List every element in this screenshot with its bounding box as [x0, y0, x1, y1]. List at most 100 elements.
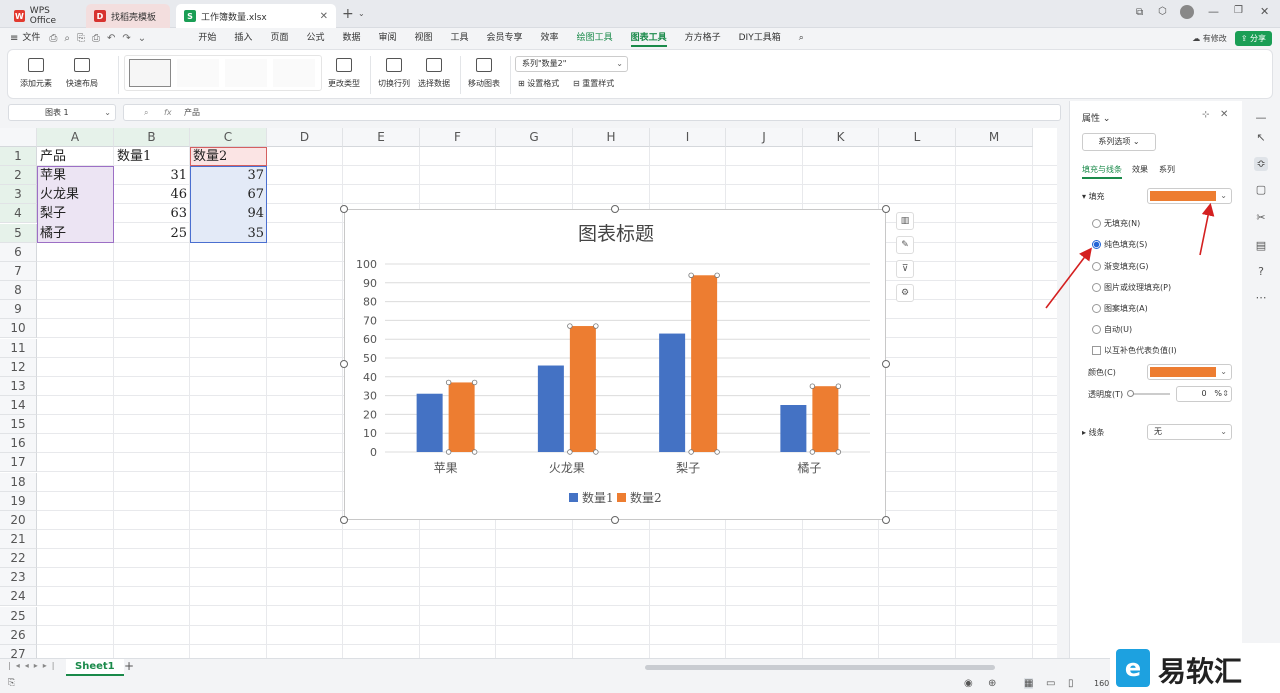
zoom-level[interactable]: 160 [1094, 679, 1109, 688]
menu-review[interactable]: 审阅 [369, 28, 405, 48]
tab-wps-office[interactable]: W WPS Office [6, 4, 82, 28]
row-header-15[interactable]: 15 [0, 415, 37, 435]
cell-B3[interactable]: 46 [114, 185, 190, 204]
cell-C4[interactable]: 94 [190, 204, 267, 223]
more-icon[interactable]: ⋯ [1254, 291, 1268, 305]
select-all-corner[interactable] [0, 128, 37, 147]
column-header-H[interactable]: H [573, 128, 650, 147]
series-options-dropdown[interactable]: 系列选项 ⌄ [1082, 133, 1156, 151]
cell-A4[interactable]: 梨子 [37, 204, 114, 223]
menu-insert[interactable]: 插入 [225, 28, 261, 48]
row-header-22[interactable]: 22 [0, 549, 37, 569]
menu-file[interactable]: 文件 [18, 28, 49, 48]
menu-data[interactable]: 数据 [333, 28, 369, 48]
close-panel-icon[interactable]: ✕ [1220, 109, 1228, 120]
row-header-3[interactable]: 3 [0, 185, 37, 205]
tab-fill-line[interactable]: 填充与线条 [1082, 164, 1122, 179]
row-header-18[interactable]: 18 [0, 472, 37, 492]
column-header-F[interactable]: F [420, 128, 496, 147]
pin-icon[interactable]: ⊹ [1202, 110, 1210, 120]
name-box[interactable]: 图表 1 ⌄ [8, 104, 116, 121]
row-header-8[interactable]: 8 [0, 281, 37, 301]
row-header-14[interactable]: 14 [0, 395, 37, 415]
new-tab-icon[interactable]: + [342, 6, 354, 22]
line-dropdown[interactable]: 无 ⌄ [1147, 424, 1232, 440]
resize-handle[interactable] [340, 516, 348, 524]
column-header-E[interactable]: E [343, 128, 420, 147]
tab-effects[interactable]: 效果 [1132, 164, 1148, 175]
share-button[interactable]: ⇪ 分享 [1234, 30, 1272, 46]
transparency-slider[interactable] [1127, 390, 1170, 397]
row-header-17[interactable]: 17 [0, 453, 37, 473]
cell-B5[interactable]: 25 [114, 224, 190, 243]
column-header-K[interactable]: K [803, 128, 879, 147]
menu-drawing-tools[interactable]: 绘图工具 [568, 28, 622, 48]
column-header-B[interactable]: B [114, 128, 190, 147]
cell-C2[interactable]: 37 [190, 166, 267, 185]
cell-C5[interactable]: 35 [190, 224, 267, 243]
select-data-button[interactable]: 选择数据 [418, 58, 450, 89]
column-header-C[interactable]: C [190, 128, 267, 147]
tab-workbook[interactable]: S 工作簿数量.xlsx ✕ [176, 4, 336, 28]
column-header-M[interactable]: M [956, 128, 1033, 147]
change-type-button[interactable]: 更改类型 [328, 58, 360, 89]
slider-handle[interactable] [1127, 390, 1134, 397]
row-header-1[interactable]: 1 [0, 147, 37, 166]
invert-negative-checkbox[interactable]: 以互补色代表负值(I) [1092, 345, 1177, 356]
row-header-13[interactable]: 13 [0, 376, 37, 396]
spinner-icon[interactable]: ⇕ [1222, 387, 1229, 401]
tab-docer[interactable]: D 找稻壳模板 [86, 4, 170, 28]
resize-handle[interactable] [611, 205, 619, 213]
row-header-11[interactable]: 11 [0, 338, 37, 358]
menu-diy-toolbox[interactable]: DIY工具箱 [730, 28, 790, 48]
sheet-tab-sheet1[interactable]: Sheet1 [66, 659, 124, 676]
column-header-L[interactable]: L [879, 128, 956, 147]
cube-icon[interactable]: ⬡ [1158, 6, 1167, 17]
reset-style-button[interactable]: ⊟ 重置样式 [573, 78, 614, 89]
edit-status[interactable]: ☁ 有修改 [1192, 33, 1227, 44]
line-section-header[interactable]: ▸ 线条 [1082, 427, 1105, 438]
row-header-26[interactable]: 26 [0, 625, 37, 645]
row-header-21[interactable]: 21 [0, 530, 37, 549]
row-header-7[interactable]: 7 [0, 261, 37, 281]
row-header-20[interactable]: 20 [0, 510, 37, 530]
cell-A2[interactable]: 苹果 [37, 166, 114, 185]
help-icon[interactable]: ? [1254, 265, 1268, 279]
row-header-27[interactable]: 27 [0, 644, 37, 658]
cell-B1[interactable]: 数量1 [114, 147, 190, 166]
menu-tools[interactable]: 工具 [442, 28, 478, 48]
cell-A1[interactable]: 产品 [37, 147, 114, 166]
resize-handle[interactable] [882, 516, 890, 524]
resize-handle[interactable] [340, 360, 348, 368]
minimize-icon[interactable]: — [1208, 5, 1219, 18]
series-select[interactable]: 系列"数量2" ⌄ [515, 56, 628, 72]
fill-option[interactable]: 自动(U) [1092, 324, 1132, 335]
resize-handle[interactable] [611, 516, 619, 524]
select-cursor-icon[interactable]: ↖ [1254, 131, 1268, 145]
column-header-I[interactable]: I [650, 128, 726, 147]
column-header-J[interactable]: J [726, 128, 803, 147]
add-element-button[interactable]: 添加元素 [20, 58, 52, 89]
row-header-4[interactable]: 4 [0, 204, 37, 224]
protect-icon[interactable]: ⊕ [988, 678, 996, 689]
book-icon[interactable]: ▤ [1254, 239, 1268, 253]
row-header-10[interactable]: 10 [0, 319, 37, 339]
tools-icon[interactable]: ✂ [1254, 211, 1268, 225]
menu-formula[interactable]: 公式 [297, 28, 333, 48]
eye-icon[interactable]: ◉ [964, 678, 973, 689]
search-icon[interactable]: ⌕ [790, 28, 813, 48]
column-header-D[interactable]: D [267, 128, 343, 147]
menu-ffgz[interactable]: 方方格子 [676, 28, 730, 48]
quick-access-icons[interactable]: ⎙⌕⎘⎙↶↷⌄ [49, 33, 189, 44]
menu-efficiency[interactable]: 效率 [532, 28, 568, 48]
close-window-icon[interactable]: ✕ [1260, 5, 1269, 18]
cell-B4[interactable]: 63 [114, 204, 190, 223]
column-header-A[interactable]: A [37, 128, 114, 147]
row-header-24[interactable]: 24 [0, 587, 37, 607]
resize-handle[interactable] [882, 205, 890, 213]
menu-view[interactable]: 视图 [406, 28, 442, 48]
transparency-input[interactable]: 0% ⇕ [1176, 386, 1232, 402]
chart-style-1[interactable] [129, 59, 171, 87]
avatar[interactable] [1180, 5, 1194, 19]
cell-A3[interactable]: 火龙果 [37, 185, 114, 204]
